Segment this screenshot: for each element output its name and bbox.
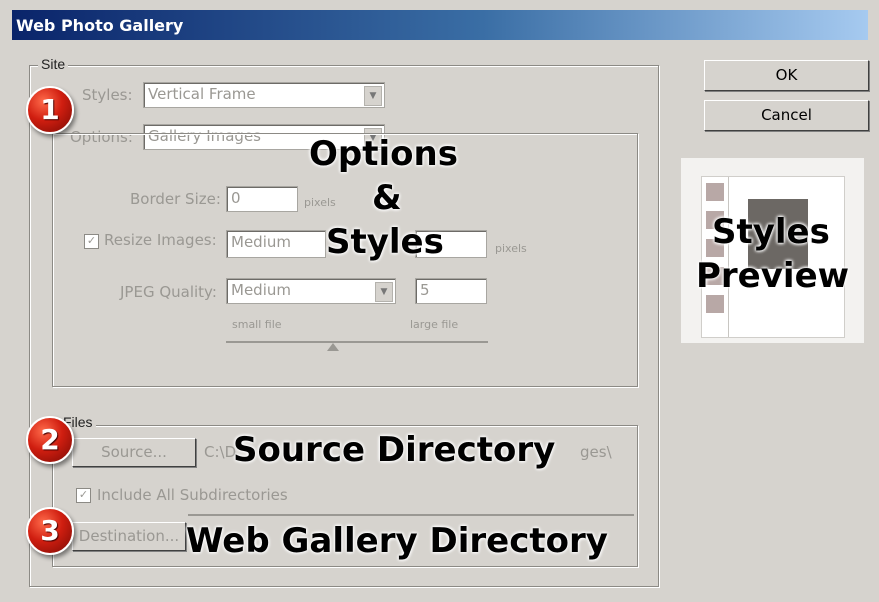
source-path-end: ges\ xyxy=(580,443,612,461)
border-size-label: Border Size: xyxy=(130,190,221,208)
window-title: Web Photo Gallery xyxy=(16,16,184,35)
border-size-input[interactable]: 0 xyxy=(226,186,298,212)
options-styles-annotation-line2: & xyxy=(372,178,402,218)
chevron-down-icon[interactable]: ▼ xyxy=(375,282,393,302)
resize-images-unit: pixels xyxy=(495,242,527,255)
site-legend: Site xyxy=(38,56,69,72)
source-directory-annotation: Source Directory xyxy=(233,430,556,470)
ok-button[interactable]: OK xyxy=(704,60,869,91)
jpeg-quality-label: JPEG Quality: xyxy=(120,283,217,301)
jpeg-quality-number[interactable]: 5 xyxy=(415,278,487,304)
include-subdirectories-label: Include All Subdirectories xyxy=(97,486,288,504)
checkmark-icon: ✓ xyxy=(86,235,97,247)
resize-images-checkbox[interactable]: ✓ xyxy=(84,234,99,249)
web-photo-gallery-dialog: Web Photo Gallery Site Styles: Vertical … xyxy=(0,0,879,602)
styles-select-value: Vertical Frame xyxy=(148,85,256,103)
border-size-unit: pixels xyxy=(304,196,336,209)
number-badge-1: 1 xyxy=(26,86,74,134)
styles-select[interactable]: Vertical Frame ▼ xyxy=(143,82,385,108)
number-badge-2: 2 xyxy=(26,416,74,464)
jpeg-quality-slider-track[interactable] xyxy=(226,341,488,343)
small-file-label: small file xyxy=(232,318,282,331)
title-bar: Web Photo Gallery xyxy=(12,10,868,40)
number-badge-3: 3 xyxy=(26,507,74,555)
preview-thumb xyxy=(706,295,724,313)
chevron-down-icon[interactable]: ▼ xyxy=(364,86,382,106)
resize-images-select[interactable]: Medium xyxy=(226,230,326,258)
styles-label: Styles: xyxy=(82,86,133,104)
resize-images-label: Resize Images: xyxy=(104,231,217,249)
jpeg-quality-select[interactable]: Medium ▼ xyxy=(226,278,396,304)
jpeg-quality-select-value: Medium xyxy=(231,281,291,299)
include-subdirectories-checkbox[interactable]: ✓ xyxy=(76,488,91,503)
checkmark-icon: ✓ xyxy=(78,489,89,501)
source-button[interactable]: Source... xyxy=(72,438,196,467)
styles-preview-annotation-line2: Preview xyxy=(696,256,850,296)
destination-button[interactable]: Destination... xyxy=(72,522,186,551)
cancel-button[interactable]: Cancel xyxy=(704,100,869,131)
source-path-start: C:\D xyxy=(204,443,237,461)
options-styles-annotation-line1: Options xyxy=(309,134,458,174)
options-styles-annotation-line3: Styles xyxy=(326,222,444,262)
preview-thumb xyxy=(706,183,724,201)
web-gallery-directory-annotation: Web Gallery Directory xyxy=(186,521,608,561)
styles-preview-annotation-line1: Styles xyxy=(712,212,830,252)
large-file-label: large file xyxy=(410,318,459,331)
jpeg-quality-slider-knob[interactable] xyxy=(327,343,339,351)
destination-path-field xyxy=(188,514,634,516)
